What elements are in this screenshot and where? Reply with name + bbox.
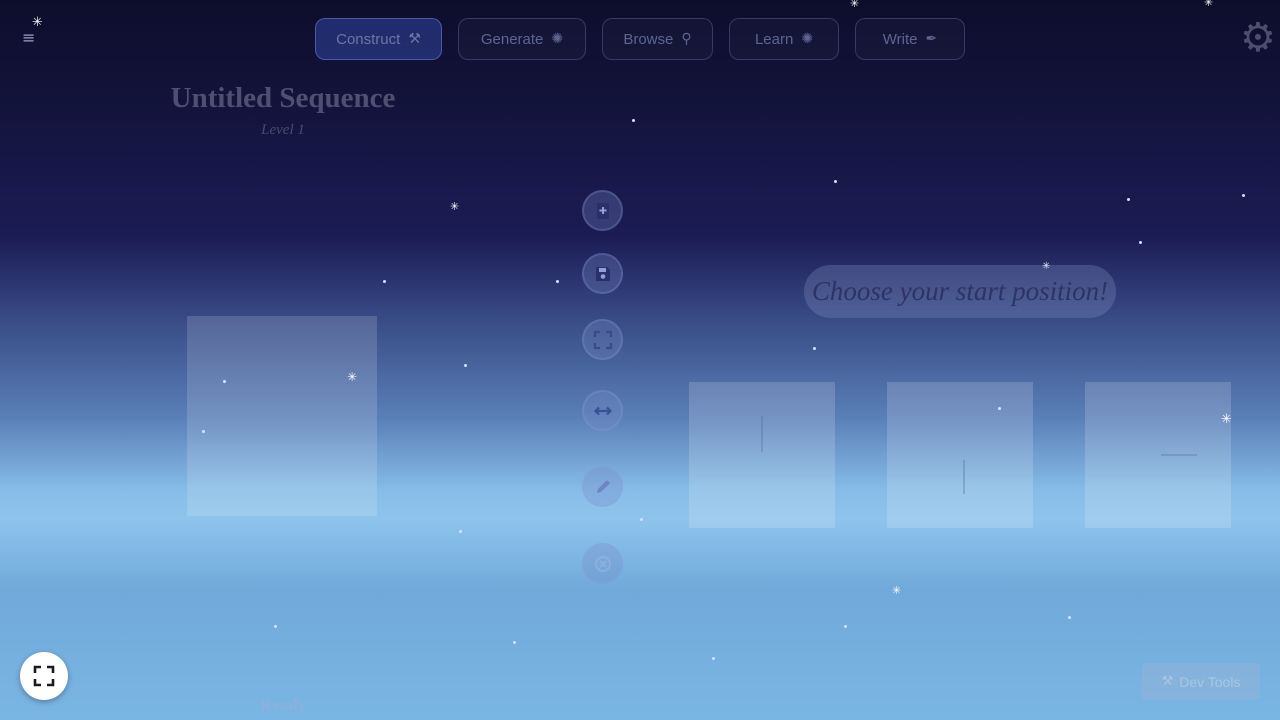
staff-line (963, 460, 965, 494)
star-decoration: ✳ (850, 0, 860, 10)
star-dot (274, 625, 277, 628)
clear-button[interactable] (582, 543, 623, 584)
star-dot (834, 180, 837, 183)
star-dot (556, 280, 559, 283)
sequence-level: Level 1 (261, 122, 305, 138)
star-dot (1139, 241, 1142, 244)
dev-tools-button[interactable]: ⚒ Dev Tools (1142, 663, 1260, 700)
tools-icon: ⚒ (1161, 674, 1174, 689)
status-text: Ready (259, 695, 307, 714)
fullscreen-button[interactable] (20, 652, 68, 700)
staff-line (761, 416, 763, 452)
start-position-alpha[interactable] (689, 382, 835, 528)
star-dot (513, 641, 516, 644)
brain-icon: ✺ (801, 31, 814, 47)
fullscreen-view-button[interactable] (582, 319, 623, 360)
hammer-icon: ⚒ (408, 31, 421, 47)
tab-learn[interactable]: Learn ✺ (729, 18, 839, 60)
star-dot (844, 625, 847, 628)
star-decoration: ✳ (450, 200, 460, 213)
sequence-title: Untitled Sequence (170, 82, 396, 114)
save-button[interactable] (582, 253, 623, 294)
menu-icon[interactable]: ≡ (22, 30, 38, 46)
clear-icon (594, 555, 611, 572)
tab-label: Learn (754, 30, 794, 48)
add-to-dictionary-icon (596, 202, 609, 219)
brain-icon: ✺ (551, 31, 564, 47)
tab-label: Browse (623, 30, 674, 48)
star-dot (712, 657, 715, 660)
save-icon (595, 266, 610, 281)
sequence-start-card[interactable] (187, 316, 377, 516)
star-dot (1068, 616, 1071, 619)
star-dot (640, 518, 643, 521)
tab-browse[interactable]: Browse ⚲ (602, 18, 713, 60)
star-decoration: ✳ (1204, 0, 1214, 9)
tab-label: Write (882, 30, 918, 48)
start-position-beta[interactable] (887, 382, 1033, 528)
fullscreen-icon (593, 330, 612, 349)
add-to-dictionary-button[interactable] (582, 190, 623, 231)
star-dot (1127, 198, 1130, 201)
tab-write[interactable]: Write ✒ (855, 18, 965, 60)
star-dot (459, 530, 462, 533)
expand-icon (33, 665, 55, 687)
tab-construct[interactable]: Construct ⚒ (315, 18, 442, 60)
search-icon: ⚲ (681, 31, 692, 47)
color-swap-icon (596, 479, 610, 493)
star-decoration: ✳ (892, 584, 902, 597)
star-dot (383, 280, 386, 283)
dev-tools-label: Dev Tools (1179, 673, 1241, 690)
star-dot (632, 119, 635, 122)
pen-icon: ✒ (925, 31, 938, 47)
star-dot (813, 347, 816, 350)
color-swap-button[interactable] (582, 466, 623, 507)
mirror-icon (593, 406, 612, 415)
mirror-button[interactable] (582, 390, 623, 431)
tab-label: Generate (480, 30, 544, 48)
staff-line (1161, 454, 1197, 456)
start-position-gamma[interactable] (1085, 382, 1231, 528)
tab-label: Construct (336, 30, 401, 48)
tab-generate[interactable]: Generate ✺ (458, 18, 586, 60)
gear-icon[interactable]: ⚙ (1240, 18, 1280, 58)
start-position-prompt: Choose your start position! (804, 265, 1116, 318)
star-dot (1242, 194, 1245, 197)
star-dot (464, 364, 467, 367)
